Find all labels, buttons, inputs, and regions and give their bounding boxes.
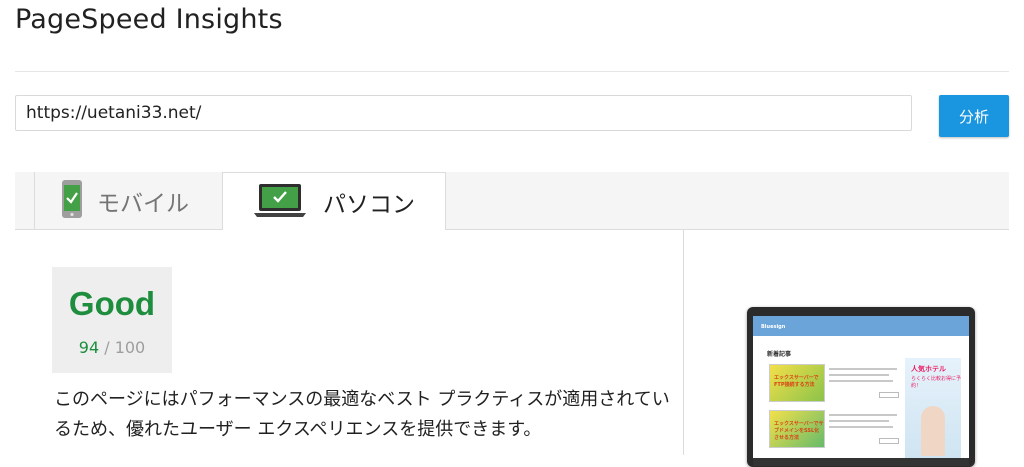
preview-text-line <box>829 380 893 382</box>
score-readout: 94 / 100 <box>52 338 172 357</box>
preview-thumbnail-text: エックスサーバーでFTP接続する方法 <box>774 375 819 388</box>
preview-ad-image <box>921 406 945 456</box>
content-divider <box>683 230 684 455</box>
preview-text-line <box>829 426 893 428</box>
header-divider <box>15 71 1009 72</box>
analyze-button[interactable]: 分析 <box>939 95 1009 137</box>
tab-bar-divider <box>15 229 1009 230</box>
preview-text-line <box>829 414 897 416</box>
laptop-icon <box>253 182 307 222</box>
preview-text-line <box>829 420 889 422</box>
preview-taskbar <box>753 458 969 466</box>
preview-section-title: 新着記事 <box>767 351 792 358</box>
tab-desktop-label: パソコン <box>323 191 415 218</box>
tab-mobile-label: モバイル <box>97 190 189 217</box>
tab-desktop[interactable]: パソコン <box>222 172 446 230</box>
preview-ad-banner: 人気ホテル らくらく比較お得に予約！ <box>905 358 961 458</box>
preview-site-logo: Bluesign <box>761 324 786 330</box>
preview-thumbnail: エックスサーバーでサブドメインをSSL化させる方法 <box>769 410 825 448</box>
preview-read-more <box>879 392 899 398</box>
preview-read-more <box>879 438 899 444</box>
preview-text-line <box>829 374 889 376</box>
rating-label: Good <box>68 285 156 322</box>
page-title: PageSpeed Insights <box>15 4 283 35</box>
preview-site-header: Bluesign <box>753 316 969 336</box>
preview-ad-subtitle: らくらく比較お得に予約！ <box>911 376 962 389</box>
screenshot-preview: Bluesign 新着記事 エックスサーバーでFTP接続する方法 エックスサーバ… <box>747 307 975 467</box>
tab-mobile[interactable]: モバイル <box>35 172 222 229</box>
score-value: 94 <box>78 338 100 357</box>
preview-text-line <box>829 368 897 370</box>
mobile-phone-icon <box>61 179 83 223</box>
preview-thumbnail-text: エックスサーバーでサブドメインをSSL化させる方法 <box>774 421 824 441</box>
preview-ad-title: 人気ホテル <box>911 365 946 373</box>
url-input[interactable] <box>15 95 912 131</box>
preview-thumbnail: エックスサーバーでFTP接続する方法 <box>769 364 825 402</box>
score-max: / 100 <box>104 338 146 357</box>
preview-screen: Bluesign 新着記事 エックスサーバーでFTP接続する方法 エックスサーバ… <box>753 316 969 466</box>
score-panel: Good 94 / 100 <box>52 267 172 373</box>
result-summary: このページにはパフォーマンスの最適なベスト プラクティスが適用されているため、優… <box>54 389 670 440</box>
